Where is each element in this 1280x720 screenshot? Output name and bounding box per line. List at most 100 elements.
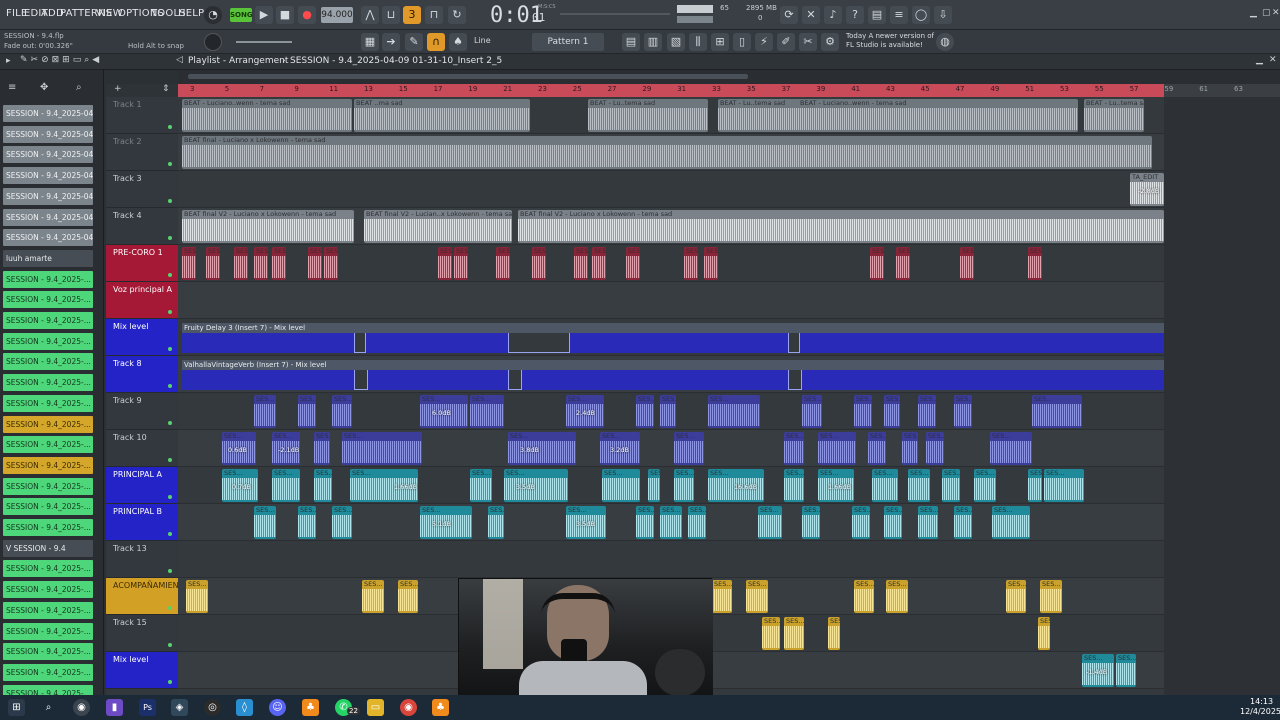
browser-item[interactable]: SESSION - 9.4_2025-... bbox=[3, 436, 93, 454]
automation-point[interactable] bbox=[508, 370, 522, 390]
audio-clip[interactable]: SES... bbox=[1040, 580, 1062, 613]
audio-clip[interactable]: SES... bbox=[1028, 247, 1042, 280]
audio-clip[interactable]: SES... bbox=[708, 395, 760, 428]
audio-clip[interactable]: SES... bbox=[504, 469, 568, 502]
audio-clip[interactable]: SES... bbox=[272, 469, 300, 502]
audio-clip[interactable]: SES... bbox=[992, 506, 1030, 539]
audio-clip[interactable]: SES... bbox=[872, 469, 898, 502]
browser-icon[interactable]: ▯ bbox=[733, 33, 751, 51]
audio-clip[interactable]: SES... bbox=[802, 506, 820, 539]
audio-clip[interactable]: SES... bbox=[918, 506, 938, 539]
audio-clip[interactable]: SES... bbox=[532, 247, 546, 280]
help-icon[interactable]: ? bbox=[846, 6, 864, 24]
browser-item[interactable]: SESSION - 9.4_2025-04-... bbox=[3, 187, 93, 205]
update-notice-line1[interactable]: Today A newer version of bbox=[846, 32, 934, 40]
browser-item[interactable]: SESSION - 9.4_2025-... bbox=[3, 663, 93, 681]
browser-item[interactable]: SESSION - 9.4_2025-... bbox=[3, 643, 93, 661]
track-header[interactable]: Track 8 bbox=[106, 356, 178, 393]
track-active-led-icon[interactable] bbox=[168, 532, 172, 536]
audio-clip[interactable]: SES... bbox=[272, 247, 286, 280]
audio-clip[interactable]: BEAT final V2 - Luciano x Lokowenn - tem… bbox=[182, 210, 354, 243]
snap-mode-select[interactable]: Line bbox=[474, 36, 491, 45]
browser-item[interactable]: SESSION - 9.4_2025-04-... bbox=[3, 167, 93, 185]
panic-icon[interactable]: ✕ bbox=[802, 6, 820, 24]
browser-item[interactable]: SESSION - 9.4_2025-... bbox=[3, 581, 93, 599]
audio-clip[interactable]: SES... bbox=[828, 617, 840, 650]
track-active-led-icon[interactable] bbox=[168, 421, 172, 425]
automation-point[interactable] bbox=[354, 333, 366, 353]
browser-item[interactable]: SESSION - 9.4_2025-... bbox=[3, 477, 93, 495]
audio-clip[interactable]: SES... bbox=[896, 247, 910, 280]
audio-clip[interactable]: SES... bbox=[660, 506, 682, 539]
audio-clip[interactable]: SES... bbox=[206, 247, 220, 280]
menu-help[interactable]: HELP bbox=[178, 8, 204, 19]
pencil-icon[interactable]: ✎ bbox=[405, 33, 423, 51]
browser-item[interactable]: SESSION - 9.4_2025-04-... bbox=[3, 146, 93, 164]
browser-item[interactable]: SESSION - 9.4_2025-... bbox=[3, 601, 93, 619]
audio-clip[interactable]: SES... bbox=[332, 506, 352, 539]
stop-icon[interactable]: ■ bbox=[276, 6, 294, 24]
audio-clip[interactable]: SES... bbox=[784, 432, 804, 465]
timeline-ruler[interactable]: 3 5 7 9 11 13 15 17 19 21 23 25 27 29 31 33 35 37 39 41 43 45… bbox=[178, 84, 1280, 97]
audio-clip[interactable]: SES... bbox=[398, 580, 418, 613]
master-pitch-slider[interactable] bbox=[236, 41, 292, 43]
track-header[interactable]: Track 2 bbox=[106, 134, 178, 171]
record-icon[interactable]: ● bbox=[298, 6, 316, 24]
audio-clip[interactable]: SES... bbox=[942, 469, 960, 502]
audio-clip[interactable]: SES... bbox=[674, 432, 704, 465]
fl-studio-icon[interactable]: ♣ bbox=[432, 699, 449, 716]
audio-clip[interactable]: SES... bbox=[496, 247, 510, 280]
cut-icon[interactable]: ✂ bbox=[799, 33, 817, 51]
audio-clip[interactable]: SES... bbox=[688, 506, 706, 539]
track-active-led-icon[interactable] bbox=[168, 384, 172, 388]
track-header[interactable]: PRINCIPAL A bbox=[106, 467, 178, 504]
track-active-led-icon[interactable] bbox=[168, 680, 172, 684]
audio-clip[interactable]: SES... bbox=[342, 432, 422, 465]
audio-clip[interactable]: SES... bbox=[314, 432, 330, 465]
audio-clip[interactable]: SES... bbox=[746, 580, 768, 613]
audio-clip[interactable]: BEAT final V2 - Luciano x Lokowenn - tem… bbox=[518, 210, 1164, 243]
track-header[interactable]: ACOMPAÑAMIEN bbox=[106, 578, 179, 615]
browser-item[interactable]: SESSION - 9.4_2025-04-... bbox=[3, 208, 93, 226]
download-icon[interactable]: ⇩ bbox=[934, 6, 952, 24]
browser-item[interactable]: SESSION - 9.4_2025-... bbox=[3, 394, 93, 412]
piano-roll-icon[interactable]: ▧ bbox=[667, 33, 685, 51]
audio-clip[interactable]: SES... bbox=[298, 395, 316, 428]
browser-item[interactable]: SESSION - 9.4_2025-04-... bbox=[3, 125, 93, 143]
audio-clip[interactable]: SES... bbox=[758, 506, 782, 539]
tools-icon[interactable]: ⚙ bbox=[821, 33, 839, 51]
audio-clip[interactable]: SES... bbox=[186, 580, 208, 613]
track-active-led-icon[interactable] bbox=[168, 495, 172, 499]
save-icon[interactable]: ▤ bbox=[868, 6, 886, 24]
minimize-icon[interactable]: ▁ bbox=[1250, 8, 1257, 18]
loop-region[interactable] bbox=[178, 84, 1164, 97]
track-header[interactable]: Track 1 bbox=[106, 97, 178, 134]
track-lane[interactable] bbox=[178, 282, 1164, 319]
audio-clip[interactable]: BEAT - Lu..tema sad bbox=[718, 99, 804, 132]
audio-clip[interactable]: BEAT final - Luciano x Lokowenn - tema s… bbox=[182, 136, 1152, 169]
mixer-view-icon[interactable]: ⫼ bbox=[689, 33, 707, 51]
track-active-led-icon[interactable] bbox=[168, 310, 172, 314]
audio-clip[interactable]: SES... bbox=[592, 247, 606, 280]
audio-clip[interactable]: SES... bbox=[704, 247, 718, 280]
track-header[interactable]: Track 13 bbox=[106, 541, 178, 578]
audio-clip[interactable]: SES... bbox=[884, 395, 900, 428]
audio-clip[interactable]: SES... bbox=[254, 247, 268, 280]
audio-clip[interactable]: SES... bbox=[684, 247, 698, 280]
taskbar-app2-icon[interactable]: ◊ bbox=[236, 699, 253, 716]
audio-clip[interactable]: SES... bbox=[712, 580, 732, 613]
browser-menu-icon[interactable]: ≡ bbox=[8, 82, 16, 93]
taskbar-app-icon[interactable]: ◉ bbox=[73, 699, 90, 716]
browser-item[interactable]: SESSION - 9.4_2025-04-... bbox=[3, 105, 93, 122]
channel-rack-icon[interactable]: ▥ bbox=[644, 33, 662, 51]
photoshop-icon[interactable]: Ps bbox=[139, 699, 156, 716]
audio-clip[interactable]: SES... bbox=[674, 469, 694, 502]
discord-icon[interactable]: ☺ bbox=[269, 699, 286, 716]
audio-clip[interactable]: SES... bbox=[636, 395, 654, 428]
close-icon[interactable]: ✕ bbox=[1272, 8, 1280, 18]
play-icon[interactable]: ▶ bbox=[255, 6, 273, 24]
audio-clip[interactable]: SES... bbox=[254, 395, 276, 428]
browser-item[interactable]: SESSION - 9.4_2025-... bbox=[3, 415, 93, 433]
track-header[interactable]: Track 15 bbox=[106, 615, 178, 652]
audio-clip[interactable]: SES... bbox=[918, 395, 936, 428]
